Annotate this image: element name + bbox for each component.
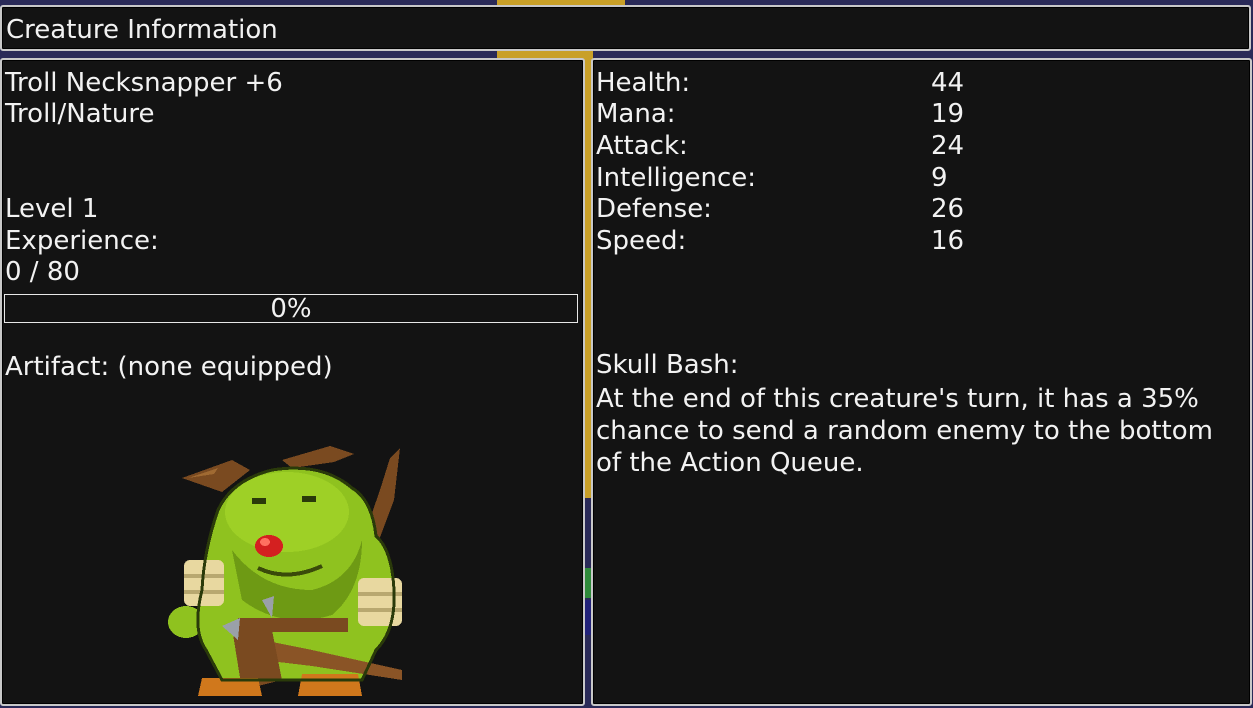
creature-stats-panel: Health: 44 Mana: 19 Attack: 24 Intellige… [591,58,1252,706]
stat-label-health: Health: [596,68,691,98]
creature-level: Level 1 [5,194,99,224]
stat-label-speed: Speed: [596,226,687,256]
experience-value: 0 / 80 [5,257,80,287]
stat-label-attack: Attack: [596,131,688,161]
window-title: Creature Information [6,15,278,45]
creature-summary-panel: Troll Necksnapper +6 Troll/Nature Level … [0,58,585,706]
experience-percent: 0% [270,294,312,324]
stat-value-mana: 19 [931,99,965,129]
ability-description: At the end of this creature's turn, it h… [596,384,1213,478]
stat-value-health: 44 [931,68,965,98]
stat-label-mana: Mana: [596,99,676,129]
stat-label-intelligence: Intelligence: [596,163,757,193]
experience-label: Experience: [5,226,159,256]
experience-progress-bar: 0% [4,294,578,324]
ability-name: Skull Bash: [596,350,739,380]
stat-value-speed: 16 [931,226,965,256]
creature-name: Troll Necksnapper +6 [5,68,283,98]
stat-value-intelligence: 9 [931,163,948,193]
title-bar: Creature Information [0,5,1251,51]
stat-value-defense: 26 [931,194,965,224]
creature-types: Troll/Nature [5,99,155,129]
troll-portrait-icon [162,440,422,700]
artifact-slot[interactable]: Artifact: (none equipped) [5,352,333,382]
stat-value-attack: 24 [931,131,965,161]
stat-label-defense: Defense: [596,194,712,224]
